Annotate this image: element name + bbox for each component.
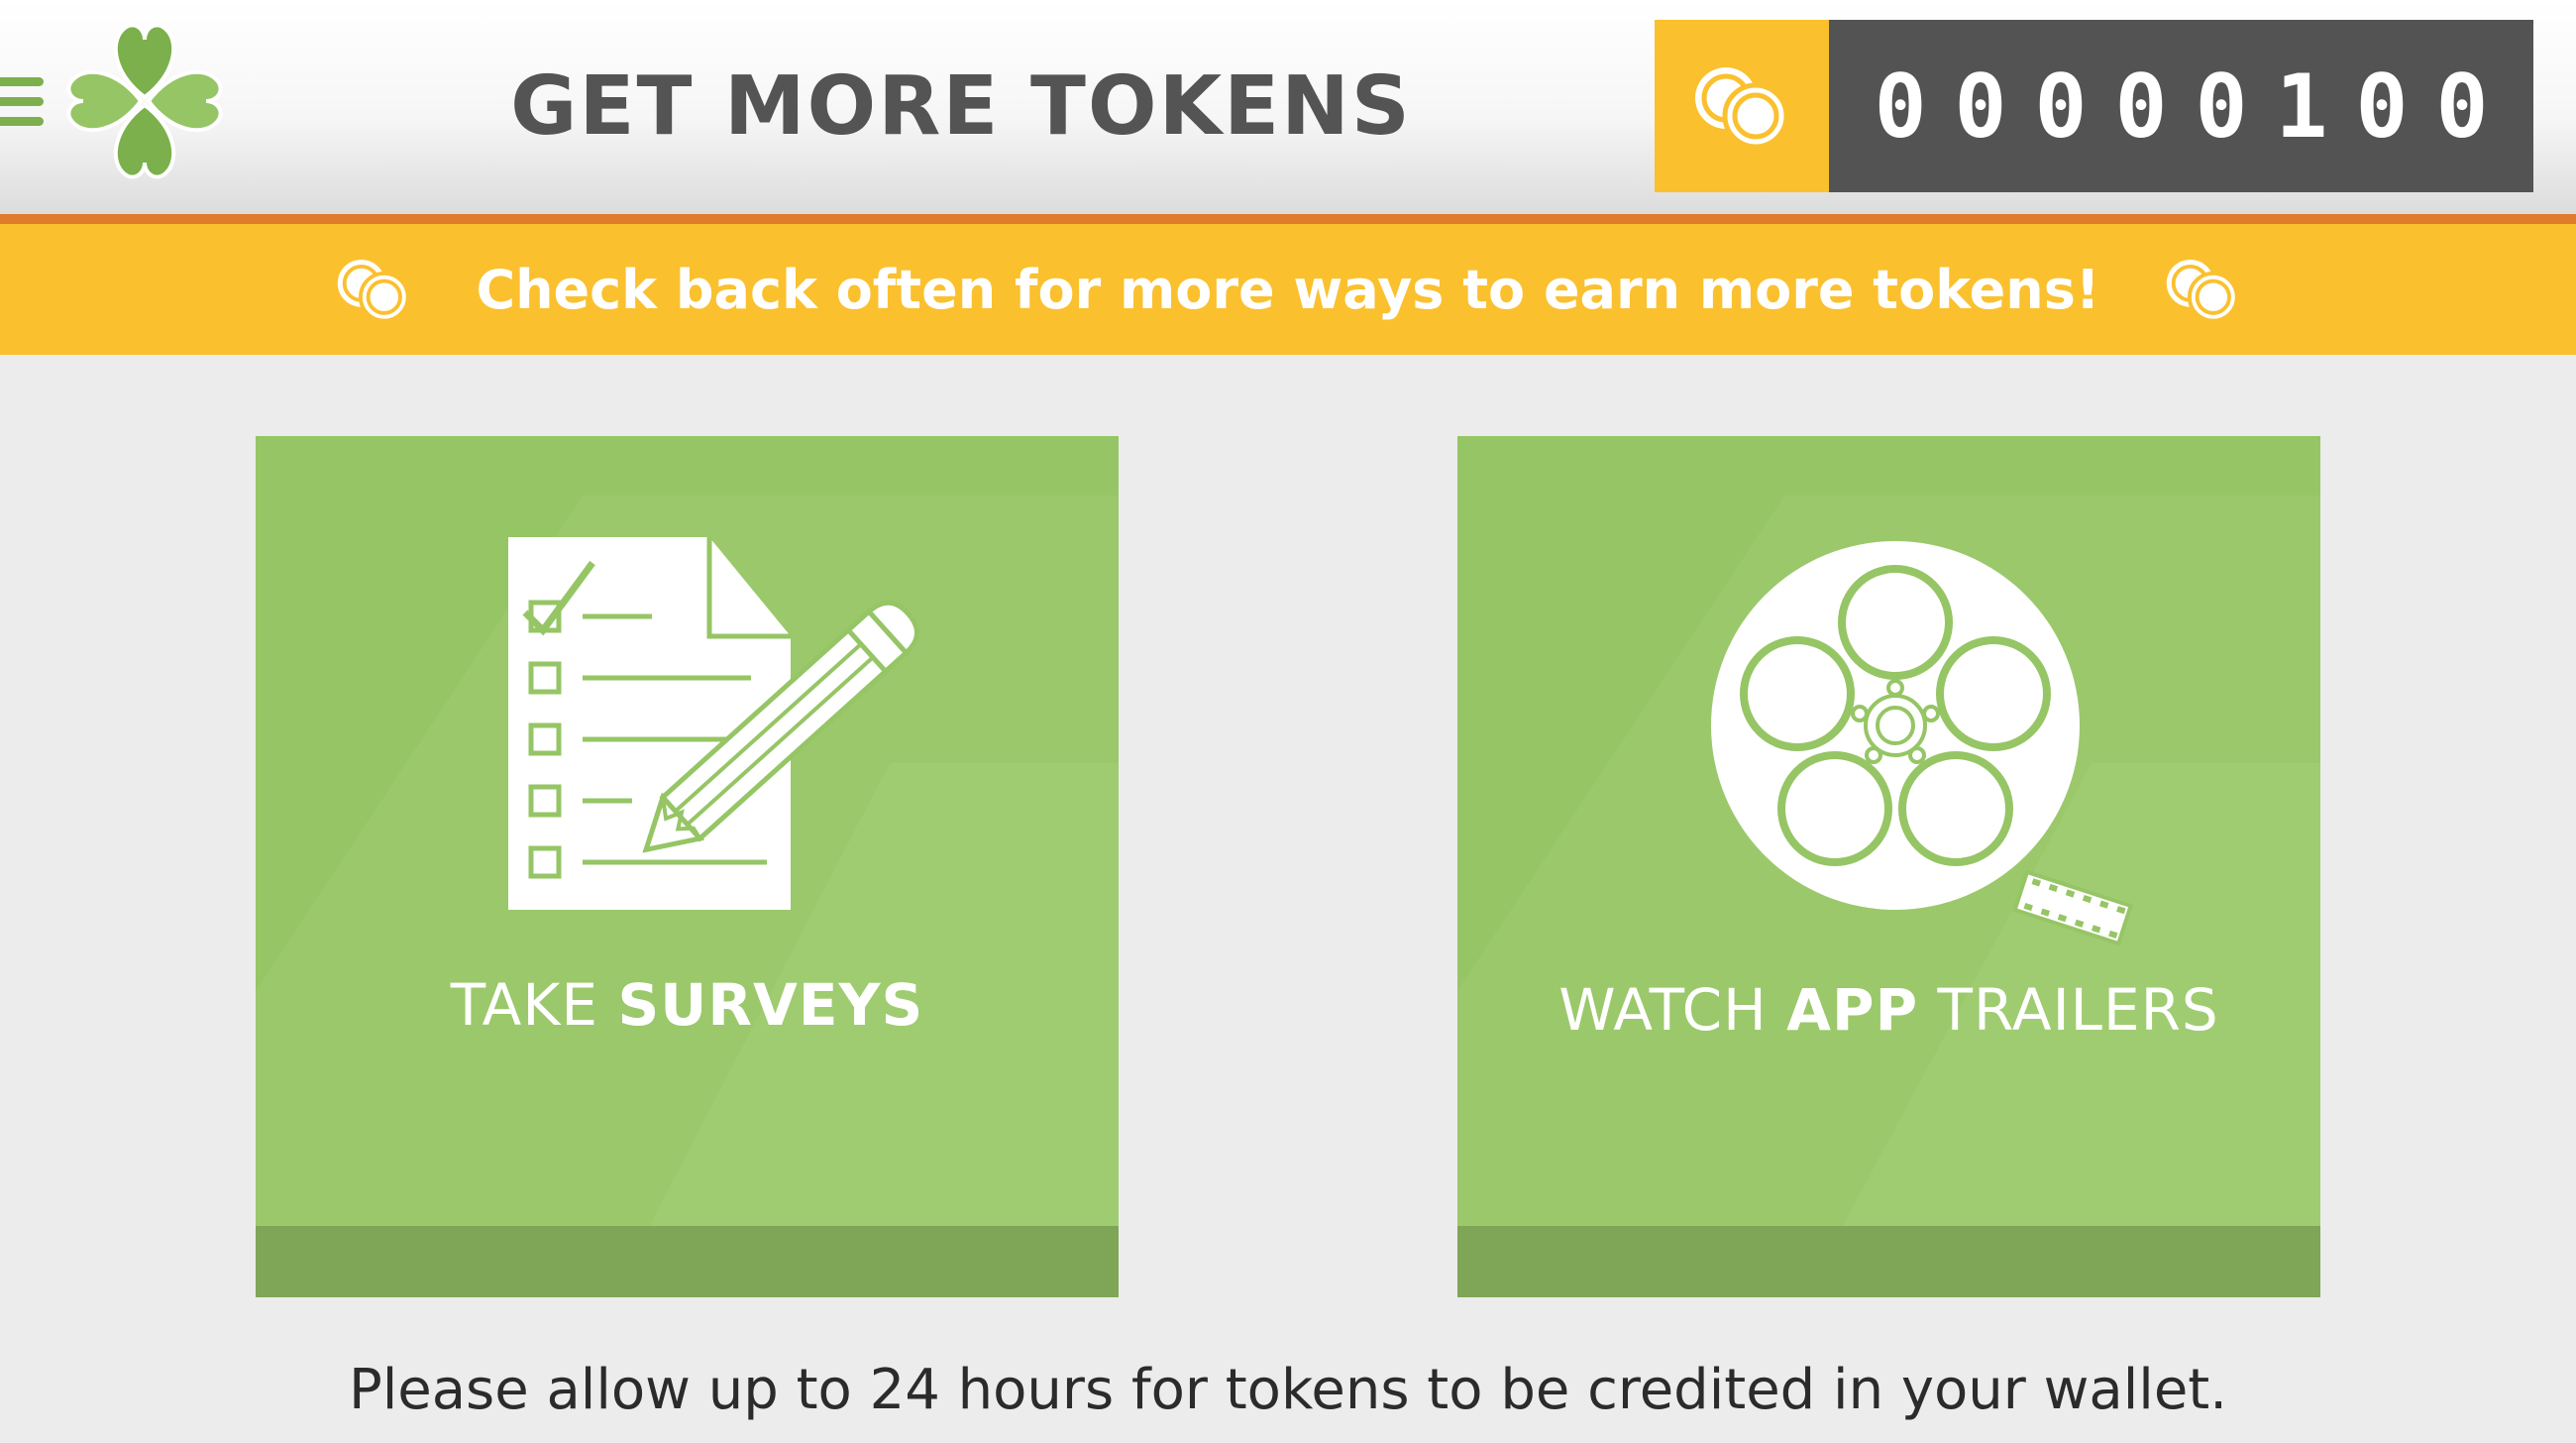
coins-icon <box>1695 67 1789 150</box>
card-footer-strip <box>1457 1226 2320 1297</box>
token-counter: 00000100 <box>1655 20 2533 192</box>
watch-app-trailers-button[interactable]: WATCH APP TRAILERS <box>1457 436 2320 1297</box>
header-divider <box>0 214 2576 224</box>
token-balance: 00000100 <box>1829 20 2533 192</box>
take-surveys-label: TAKE SURVEYS <box>450 971 924 1039</box>
clover-logo[interactable] <box>57 14 232 188</box>
survey-checklist-pencil-icon <box>508 537 919 910</box>
film-reel-icon <box>1711 541 2134 946</box>
take-surveys-button[interactable]: TAKE SURVEYS <box>256 436 1119 1297</box>
watch-app-trailers-label: WATCH APP TRAILERS <box>1558 976 2219 1044</box>
hamburger-menu-icon[interactable] <box>0 77 44 137</box>
coins-icon <box>338 259 411 323</box>
card-footer-strip <box>256 1226 1119 1297</box>
header-bar: GET MORE TOKENS 00000100 <box>0 0 2576 214</box>
token-icon-box <box>1655 20 1829 192</box>
credit-notice: Please allow up to 24 hours for tokens t… <box>348 1358 2228 1422</box>
coins-icon <box>2166 259 2239 323</box>
page-title: GET MORE TOKENS <box>510 59 1412 154</box>
info-banner: Check back often for more ways to earn m… <box>0 224 2576 355</box>
banner-text: Check back often for more ways to earn m… <box>476 258 2100 321</box>
